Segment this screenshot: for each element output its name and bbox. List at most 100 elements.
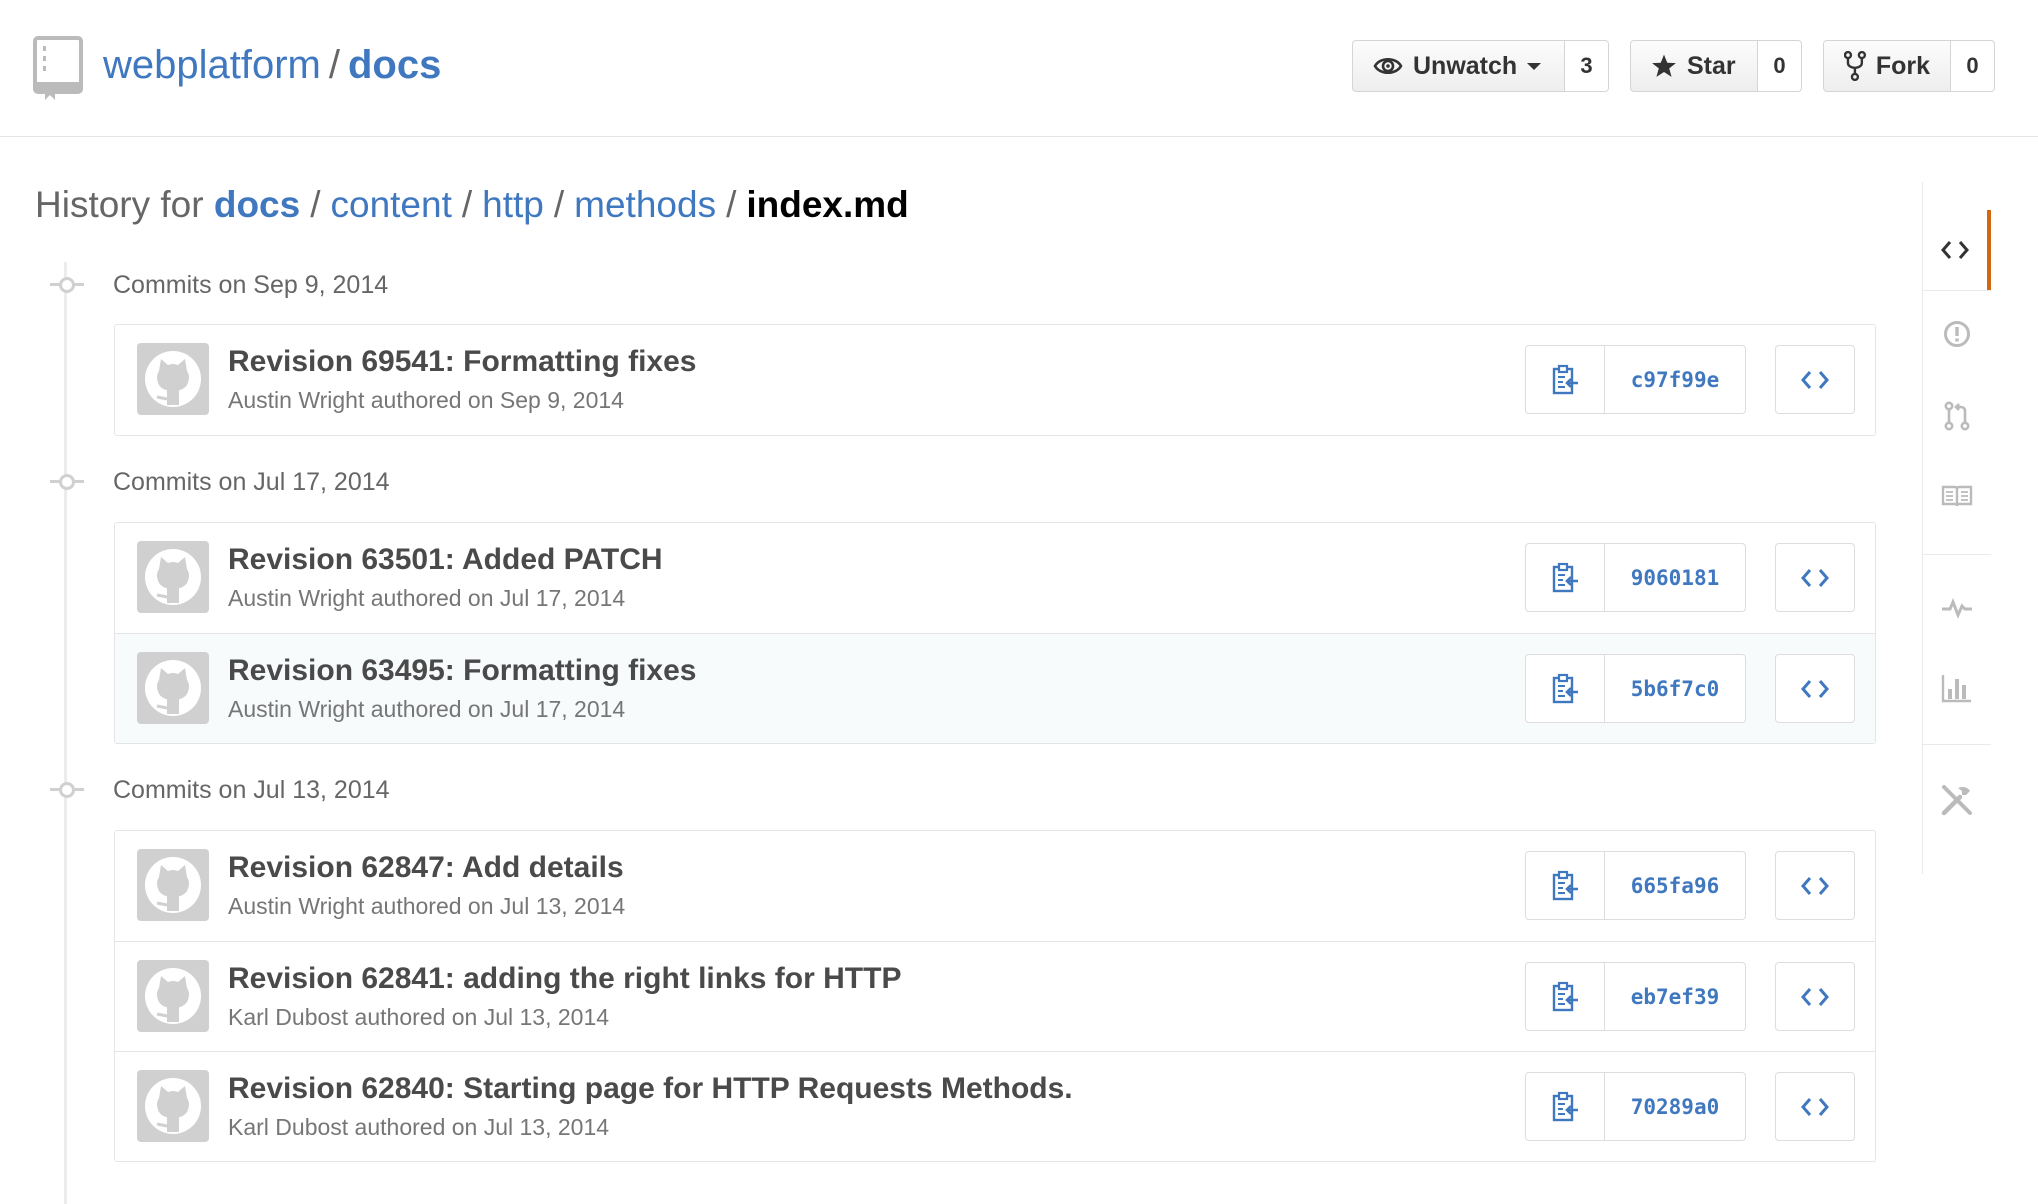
commit-group: Revision 69541: Formatting fixes Austin … [114,324,1876,436]
nav-divider [1923,554,1991,555]
commit-meta: Karl Dubost authored on Jul 13, 2014 [228,1004,610,1030]
commit-title[interactable]: Revision 62847: Add details [228,851,624,885]
code-icon [1801,876,1829,895]
commit-row: Revision 62841: adding the right links f… [115,941,1875,1051]
unwatch-button[interactable]: Unwatch [1352,40,1565,92]
sha-link[interactable]: 9060181 [1605,543,1746,612]
nav-wiki[interactable] [1923,456,1991,536]
sha-link[interactable]: c97f99e [1605,345,1746,414]
breadcrumb-http[interactable]: http [482,184,544,225]
repo-book-icon [33,36,83,100]
code-icon [1801,370,1829,389]
breadcrumb-separator: / [553,184,565,225]
copy-sha-button[interactable] [1525,654,1605,723]
star-label: Star [1687,51,1736,80]
commit-row: Revision 62840: Starting page for HTTP R… [115,1051,1875,1161]
star-button[interactable]: Star [1630,40,1758,92]
fork-icon [1844,51,1866,81]
day-title: Commits on Jul 17, 2014 [113,467,390,496]
copy-sha-button[interactable] [1525,851,1605,920]
code-icon [1801,987,1829,1006]
sha-link[interactable]: 5b6f7c0 [1605,654,1746,723]
sha-link[interactable]: 70289a0 [1605,1072,1746,1141]
repo-title-separator: / [328,43,340,87]
commit-title[interactable]: Revision 63495: Formatting fixes [228,654,697,688]
watchers-count[interactable]: 3 [1565,40,1609,92]
breadcrumb-separator: / [726,184,737,225]
commit-group: Revision 63501: Added PATCH Austin Wrigh… [114,522,1876,744]
commit-title[interactable]: Revision 62840: Starting page for HTTP R… [228,1072,1073,1106]
browse-files-button[interactable] [1775,543,1855,612]
browse-files-button[interactable] [1775,1072,1855,1141]
sha-group: 9060181 [1525,543,1746,612]
copy-sha-button[interactable] [1525,543,1605,612]
unwatch-label: Unwatch [1413,51,1518,80]
clipboard-icon [1552,981,1578,1011]
avatar[interactable] [137,849,209,921]
repo-owner-link[interactable]: webplatform [103,43,321,87]
copy-sha-button[interactable] [1525,345,1605,414]
breadcrumb-docs[interactable]: docs [214,184,300,225]
star-icon [1652,54,1676,77]
commit-title[interactable]: Revision 69541: Formatting fixes [228,345,697,379]
commit-row: Revision 63495: Formatting fixes Austin … [115,633,1875,743]
sha-group: 70289a0 [1525,1072,1746,1141]
commit-row: Revision 63501: Added PATCH Austin Wrigh… [115,523,1875,633]
breadcrumb-content[interactable]: content [331,184,452,225]
code-icon [1801,1097,1829,1116]
clipboard-icon [1552,1091,1578,1121]
clipboard-icon [1552,870,1578,900]
repo-name-link[interactable]: docs [348,43,441,87]
sha-link[interactable]: 665fa96 [1605,851,1746,920]
timeline-line [64,262,67,1204]
commit-title[interactable]: Revision 63501: Added PATCH [228,543,663,577]
octocat-avatar-icon [145,1078,201,1134]
fork-label: Fork [1875,51,1930,80]
browse-files-button[interactable] [1775,345,1855,414]
commit-title[interactable]: Revision 62841: adding the right links f… [228,962,901,996]
avatar[interactable] [137,1070,209,1142]
sha-link[interactable]: eb7ef39 [1605,962,1746,1031]
issues-icon [1944,321,1970,347]
clipboard-icon [1552,562,1578,592]
fork-button[interactable]: Fork [1823,40,1951,92]
octocat-avatar-icon [145,549,201,605]
sha-group: c97f99e [1525,345,1746,414]
breadcrumb-methods[interactable]: methods [574,184,716,225]
nav-pulse[interactable] [1923,568,1991,648]
day-title: Commits on Sep 9, 2014 [113,270,389,299]
octocat-avatar-icon [145,968,201,1024]
commit-row: Revision 69541: Formatting fixes Austin … [115,325,1875,435]
nav-divider [1923,744,1991,745]
browse-files-button[interactable] [1775,851,1855,920]
nav-pull-requests[interactable] [1923,376,1991,456]
browse-files-button[interactable] [1775,654,1855,723]
watch-group: Unwatch 3 [1352,40,1609,92]
avatar[interactable] [137,541,209,613]
commit-row: Revision 62847: Add details Austin Wrigh… [115,831,1875,941]
avatar[interactable] [137,652,209,724]
repo-sidenav [1922,182,1991,874]
browse-files-button[interactable] [1775,962,1855,1031]
avatar[interactable] [137,960,209,1032]
commit-meta: Karl Dubost authored on Jul 13, 2014 [228,1114,610,1140]
nav-settings[interactable] [1923,760,1991,840]
eye-icon [1373,57,1403,75]
day-title: Commits on Jul 13, 2014 [113,775,390,804]
commit-dot-icon [50,268,84,302]
octocat-avatar-icon [145,857,201,913]
stargazers-count[interactable]: 0 [1758,40,1802,92]
commit-meta: Austin Wright authored on Sep 9, 2014 [228,387,624,413]
commit-meta: Austin Wright authored on Jul 17, 2014 [228,585,626,611]
avatar[interactable] [137,343,209,415]
nav-issues[interactable] [1923,294,1991,374]
copy-sha-button[interactable] [1525,1072,1605,1141]
copy-sha-button[interactable] [1525,962,1605,1031]
nav-code[interactable] [1923,210,1991,290]
commit-meta: Austin Wright authored on Jul 13, 2014 [228,893,626,919]
forks-count[interactable]: 0 [1951,40,1995,92]
chevron-down-icon [1527,62,1542,70]
nav-graphs[interactable] [1923,648,1991,728]
commit-dot-icon [50,773,84,807]
code-icon [1801,679,1829,698]
